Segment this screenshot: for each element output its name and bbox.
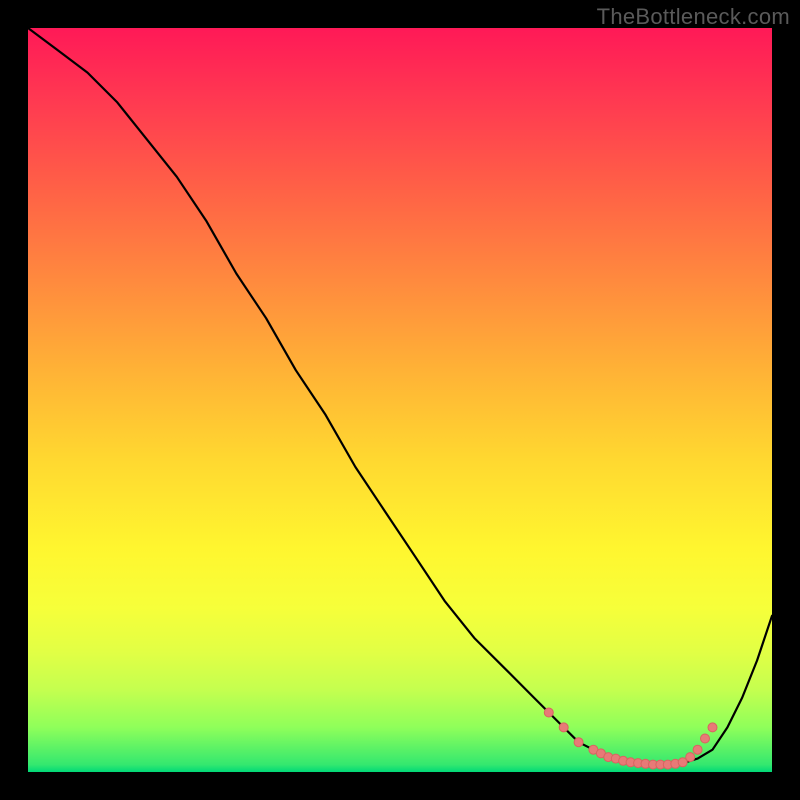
curve-dot-markers — [544, 708, 717, 769]
watermark-text: TheBottleneck.com — [597, 4, 790, 30]
curve-dot — [544, 708, 553, 717]
curve-dot — [574, 738, 583, 747]
curve-dot — [686, 753, 695, 762]
curve-dot — [701, 734, 710, 743]
chart-frame: TheBottleneck.com — [0, 0, 800, 800]
bottleneck-curve — [28, 28, 772, 765]
main-curve-line — [28, 28, 772, 765]
curve-dot — [693, 745, 702, 754]
curve-dot — [708, 723, 717, 732]
chart-overlay — [28, 28, 772, 772]
curve-dot — [559, 723, 568, 732]
